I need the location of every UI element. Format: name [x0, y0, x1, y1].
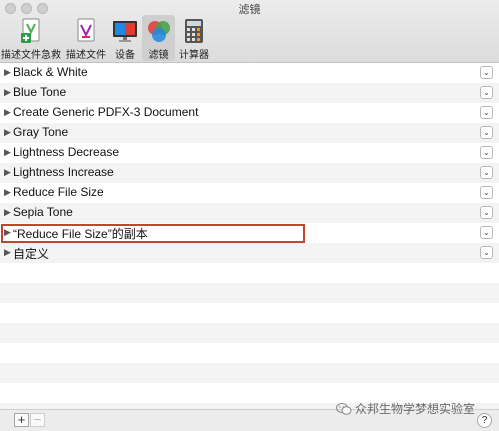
filter-row-lightness-increase[interactable]: ▶ Lightness Increase ⌄ [0, 163, 499, 183]
filter-label: Reduce File Size [13, 185, 104, 199]
disclosure-triangle-icon[interactable]: ▶ [4, 167, 11, 178]
toolbar-label: 设备 [115, 50, 135, 61]
filter-action-menu-button[interactable]: ⌄ [480, 246, 493, 259]
filter-label: Lightness Increase [13, 165, 114, 179]
filter-label: “Reduce File Size”的副本 [13, 227, 148, 241]
filter-row-blue-tone[interactable]: ▶ Blue Tone ⌄ [0, 83, 499, 103]
remove-filter-button[interactable]: − [30, 413, 45, 427]
disclosure-triangle-icon[interactable]: ▶ [4, 247, 11, 258]
toolbar-profile-first-aid[interactable]: 描述文件急救 [1, 15, 61, 61]
disclosure-triangle-icon[interactable]: ▶ [4, 187, 11, 198]
toolbar-label: 描述文件 [66, 50, 106, 61]
filter-list: ▶ Black & White ⌄ ▶ Blue Tone ⌄ ▶ Create… [0, 63, 499, 263]
filter-action-menu-button[interactable]: ⌄ [480, 226, 493, 239]
toolbar-label: 滤镜 [148, 50, 169, 61]
filter-label: Create Generic PDFX-3 Document [13, 105, 199, 119]
filters-icon [147, 21, 170, 42]
empty-list-area [0, 263, 499, 409]
disclosure-triangle-icon[interactable]: ▶ [4, 67, 11, 78]
filter-row-custom[interactable]: ▶ 自定义 ⌄ [0, 243, 499, 263]
watermark: 众邦生物学梦想实验室 [335, 400, 475, 417]
toolbar-profiles[interactable]: 描述文件 [65, 15, 107, 61]
filter-label: Sepia Tone [13, 205, 73, 219]
filter-row-black-white[interactable]: ▶ Black & White ⌄ [0, 63, 499, 83]
filter-label: Blue Tone [13, 85, 67, 99]
calculator-icon [185, 19, 203, 43]
colorsync-utility-window: 滤镜 描述文件急救 描述文件 设备 滤镜 计算器 ▶ Black & White… [0, 0, 499, 431]
filter-action-menu-button[interactable]: ⌄ [480, 126, 493, 139]
filter-label: 自定义 [13, 247, 50, 261]
titlebar: 滤镜 描述文件急救 描述文件 设备 滤镜 计算器 [0, 0, 499, 63]
toolbar-label: 描述文件急救 [1, 50, 61, 61]
filter-row-reduce-file-size-copy[interactable]: ▶ “Reduce File Size”的副本 ⌄ [0, 223, 499, 243]
filter-row-reduce-file-size[interactable]: ▶ Reduce File Size ⌄ [0, 183, 499, 203]
filter-action-menu-button[interactable]: ⌄ [480, 66, 493, 79]
disclosure-triangle-icon[interactable]: ▶ [4, 227, 11, 238]
disclosure-triangle-icon[interactable]: ▶ [4, 127, 11, 138]
toolbar-calculator[interactable]: 计算器 [178, 15, 210, 61]
filter-label: Lightness Decrease [13, 145, 120, 159]
filter-label: Gray Tone [13, 125, 69, 139]
filter-row-lightness-decrease[interactable]: ▶ Lightness Decrease ⌄ [0, 143, 499, 163]
toolbar-devices[interactable]: 设备 [111, 15, 139, 61]
profile-first-aid-icon [21, 18, 40, 43]
toolbar-filters[interactable]: 滤镜 [142, 15, 175, 61]
filter-row-sepia-tone[interactable]: ▶ Sepia Tone ⌄ [0, 203, 499, 223]
disclosure-triangle-icon[interactable]: ▶ [4, 207, 11, 218]
wechat-icon [335, 403, 352, 415]
filter-label: Black & White [13, 65, 88, 79]
disclosure-triangle-icon[interactable]: ▶ [4, 87, 11, 98]
toolbar-label: 计算器 [179, 50, 209, 61]
add-filter-button[interactable]: + [14, 413, 29, 427]
filter-action-menu-button[interactable]: ⌄ [480, 166, 493, 179]
filter-row-gray-tone[interactable]: ▶ Gray Tone ⌄ [0, 123, 499, 143]
disclosure-triangle-icon[interactable]: ▶ [4, 107, 11, 118]
devices-icon [113, 21, 137, 42]
watermark-text: 众邦生物学梦想实验室 [354, 402, 475, 416]
filter-action-menu-button[interactable]: ⌄ [480, 186, 493, 199]
help-button[interactable]: ? [477, 413, 492, 428]
filter-action-menu-button[interactable]: ⌄ [480, 86, 493, 99]
filter-row-create-generic-pdfx3[interactable]: ▶ Create Generic PDFX-3 Document ⌄ [0, 103, 499, 123]
filter-action-menu-button[interactable]: ⌄ [480, 106, 493, 119]
filter-action-menu-button[interactable]: ⌄ [480, 146, 493, 159]
filter-action-menu-button[interactable]: ⌄ [480, 206, 493, 219]
disclosure-triangle-icon[interactable]: ▶ [4, 147, 11, 158]
profiles-icon [77, 18, 95, 42]
